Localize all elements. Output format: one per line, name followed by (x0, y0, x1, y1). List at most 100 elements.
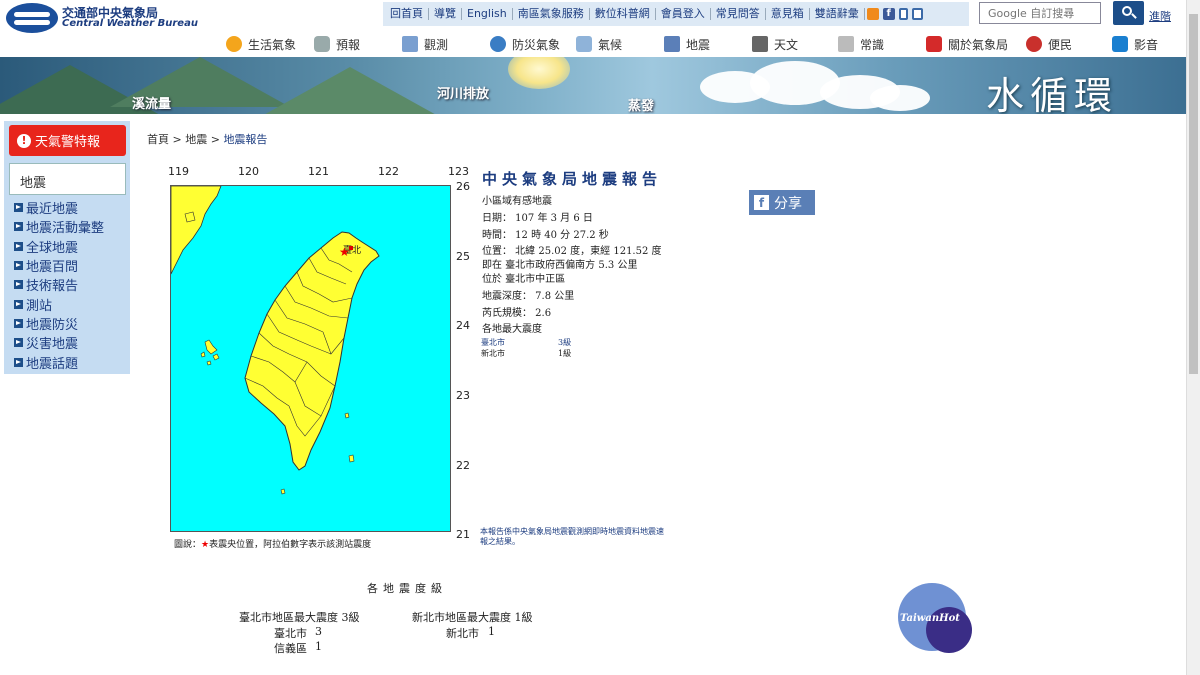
breadcrumb: 首頁 > 地震 > 地震報告 (147, 131, 267, 147)
sidebar-item-label: 地震防災 (26, 317, 79, 333)
report-located: 位於 臺北市中正區 (482, 274, 566, 285)
lat-tick: 21 (456, 528, 470, 541)
telescope-icon (752, 36, 768, 52)
nav-media[interactable]: 影音 (1112, 34, 1158, 54)
nav-observation[interactable]: 觀測 (402, 34, 448, 54)
sidebar-item-stations[interactable]: 測站 (14, 294, 126, 314)
nav-label: 關於氣象局 (948, 37, 1009, 52)
xinyi-district: 信義區 (274, 642, 307, 655)
sidebar-item-label: 地震百問 (26, 260, 79, 276)
top-link-home[interactable]: 回首頁 (385, 8, 429, 20)
climate-icon (576, 36, 592, 52)
epicenter-star-icon: ★ (339, 245, 350, 259)
arrow-icon (14, 357, 23, 367)
sidebar-item-prevention[interactable]: 地震防災 (14, 314, 126, 333)
nav-label: 地震 (686, 37, 711, 52)
top-link-guide[interactable]: 導覽 (429, 8, 462, 20)
taiwan-map: 臺北 ★ (171, 186, 380, 495)
banner-label-evaporation: 蒸發 (628, 99, 655, 114)
sidebar-item-label: 技術報告 (26, 279, 79, 295)
scrollbar-thumb[interactable] (1189, 14, 1198, 374)
typhoon-icon (490, 36, 506, 52)
search-button[interactable] (1113, 1, 1144, 25)
search-input[interactable] (979, 2, 1101, 24)
report-relative: 即在 臺北市政府西偏南方 5.3 公里 (482, 260, 638, 271)
logo-subtitle[interactable]: Central Weather Bureau (62, 18, 198, 29)
facebook-icon: f (754, 195, 769, 210)
arrow-icon (14, 318, 23, 328)
taipei-city: 臺北市 (274, 627, 307, 640)
top-link-faq[interactable]: 常見問答 (711, 8, 766, 20)
tablet-icon[interactable] (911, 8, 923, 20)
sidebar-menu: 最近地震 地震活動彙整 全球地震 地震百問 技術報告 測站 地震防災 災害地震 … (14, 198, 126, 372)
arrow-icon (14, 203, 23, 213)
sidebar-item-label: 全球地震 (26, 240, 79, 256)
nav-label: 常識 (860, 37, 885, 52)
intensity-level: 3級 (558, 338, 572, 347)
top-link-english[interactable]: English (462, 8, 513, 20)
warning-label: 天氣警特報 (35, 135, 101, 150)
intensity-level: 1級 (558, 349, 572, 358)
nav-astronomy[interactable]: 天文 (752, 34, 798, 54)
top-link-login[interactable]: 會員登入 (656, 8, 711, 20)
sidebar-item-disaster[interactable]: 災害地震 (14, 333, 126, 352)
arrow-icon (14, 299, 23, 309)
nav-service[interactable]: 便民 (1026, 34, 1072, 54)
breadcrumb-section[interactable]: 地震 (185, 133, 207, 146)
mobile-icon[interactable] (898, 8, 908, 20)
cwb-logo-icon[interactable] (6, 3, 58, 33)
hero-banner: 溪流量 河川排放 蒸發 水循環 (0, 57, 1186, 114)
sidebar-item-tech[interactable]: 技術報告 (14, 275, 126, 294)
arrow-icon (14, 222, 23, 232)
top-link-science[interactable]: 數位科普網 (590, 8, 656, 20)
sidebar-item-label: 測站 (26, 298, 53, 314)
top-link-glossary[interactable]: 雙語辭彙 (810, 8, 865, 20)
sidebar-item-label: 地震話題 (26, 356, 79, 372)
sidebar-item-global[interactable]: 全球地震 (14, 237, 126, 256)
arrow-icon (14, 338, 23, 348)
nav-label: 氣候 (598, 37, 623, 52)
top-link-feedback[interactable]: 意見箱 (766, 8, 810, 20)
nav-disaster[interactable]: 防災氣象 (490, 34, 560, 54)
lon-tick: 120 (238, 165, 259, 178)
nav-climate[interactable]: 氣候 (576, 34, 622, 54)
book-icon (838, 36, 854, 52)
nav-knowledge[interactable]: 常識 (838, 34, 884, 54)
report-magnitude: 芮氏規模： 2.6 (482, 308, 552, 319)
breadcrumb-home[interactable]: 首頁 (147, 133, 169, 146)
facebook-share-button[interactable]: f 分享 (749, 190, 815, 215)
observation-icon (402, 36, 418, 52)
sidebar-item-faq[interactable]: 地震百問 (14, 256, 126, 275)
nav-label: 觀測 (424, 37, 449, 52)
nav-forecast[interactable]: 預報 (314, 34, 360, 54)
intensity-section-title: 各地震度級 (367, 582, 447, 595)
video-icon (1112, 36, 1128, 52)
sidebar-item-recent[interactable]: 最近地震 (14, 198, 126, 217)
breadcrumb-current[interactable]: 地震報告 (223, 133, 267, 146)
sidebar-item-activity[interactable]: 地震活動彙整 (14, 217, 126, 236)
advanced-search-link[interactable]: 進階 (1149, 8, 1171, 24)
rss-icon[interactable] (866, 8, 879, 20)
lon-tick: 123 (448, 165, 469, 178)
sidebar-category: 地震 (9, 163, 126, 195)
sun-graphic (508, 57, 570, 89)
newtaipei-max-intensity: 新北市地區最大震度 1級 (412, 611, 533, 624)
xinyi-district-level: 1 (315, 640, 322, 653)
intensity-city: 臺北市 (481, 338, 505, 347)
top-link-south[interactable]: 南區氣象服務 (513, 8, 590, 20)
nav-about[interactable]: 關於氣象局 (926, 34, 1008, 54)
top-links-bar: 回首頁 導覽 English 南區氣象服務 數位科普網 會員登入 常見問答 意見… (383, 2, 969, 26)
weather-warning-button[interactable]: ! 天氣警特報 (9, 125, 126, 156)
legend-text: 表震央位置，阿拉伯數字表示該測站震度 (209, 540, 372, 550)
user-icon (1026, 36, 1042, 52)
facebook-icon[interactable]: f (882, 8, 895, 20)
alert-icon: ! (17, 133, 31, 148)
breadcrumb-separator: > (172, 133, 182, 146)
earthquake-map: 臺北 ★ (170, 185, 451, 532)
report-time: 時間： 12 時 40 分 27.2 秒 (482, 230, 609, 241)
nav-label: 天文 (774, 37, 799, 52)
nav-earthquake[interactable]: 地震 (664, 34, 710, 54)
report-position: 位置： 北緯 25.02 度，東經 121.52 度 (482, 246, 662, 257)
sidebar-item-topics[interactable]: 地震話題 (14, 352, 126, 372)
nav-life-weather[interactable]: 生活氣象 (226, 34, 296, 54)
